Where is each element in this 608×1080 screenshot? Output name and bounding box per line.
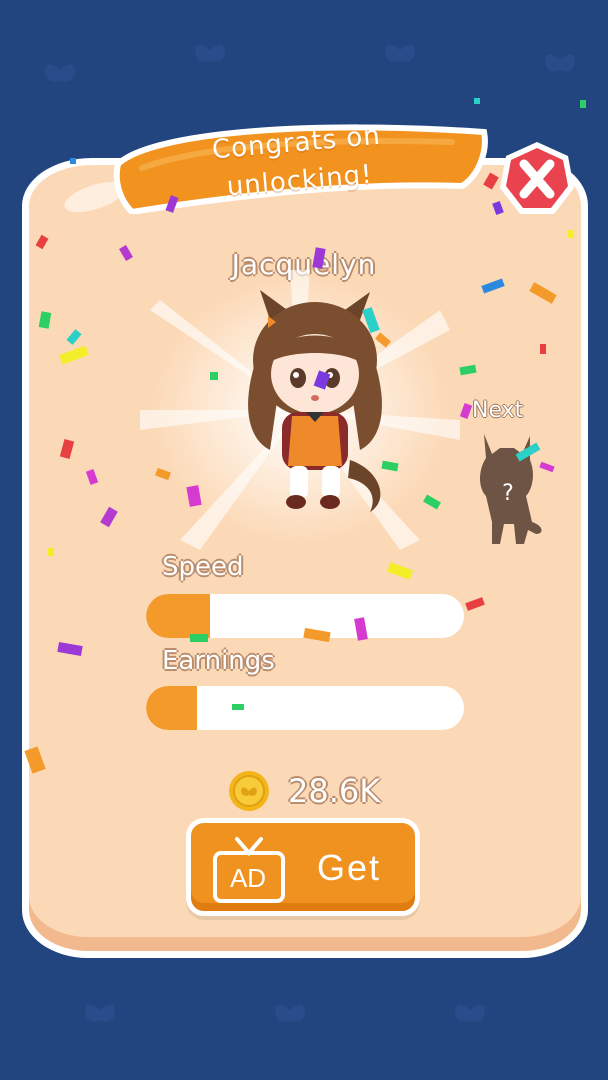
earnings-label: Earnings [162,646,275,676]
close-icon [500,142,574,214]
mystery-mark: ? [502,481,514,506]
get-label: Get [317,847,382,888]
watch-ad-get-button[interactable]: AD Get [186,818,420,916]
speed-bar-fill [146,594,210,638]
next-label: Next [472,398,524,423]
earnings-bar [146,686,464,730]
price-amount: 28.6K [288,772,381,810]
ad-label: AD [229,863,267,893]
earnings-bar-fill [146,686,197,730]
locked-character-silhouette-icon[interactable]: ? [470,430,546,550]
character-portrait-icon [248,290,382,512]
close-button[interactable] [496,138,578,220]
speed-bar [146,594,464,638]
butterfly-coin-icon [229,771,269,811]
speed-label: Speed [162,552,244,582]
